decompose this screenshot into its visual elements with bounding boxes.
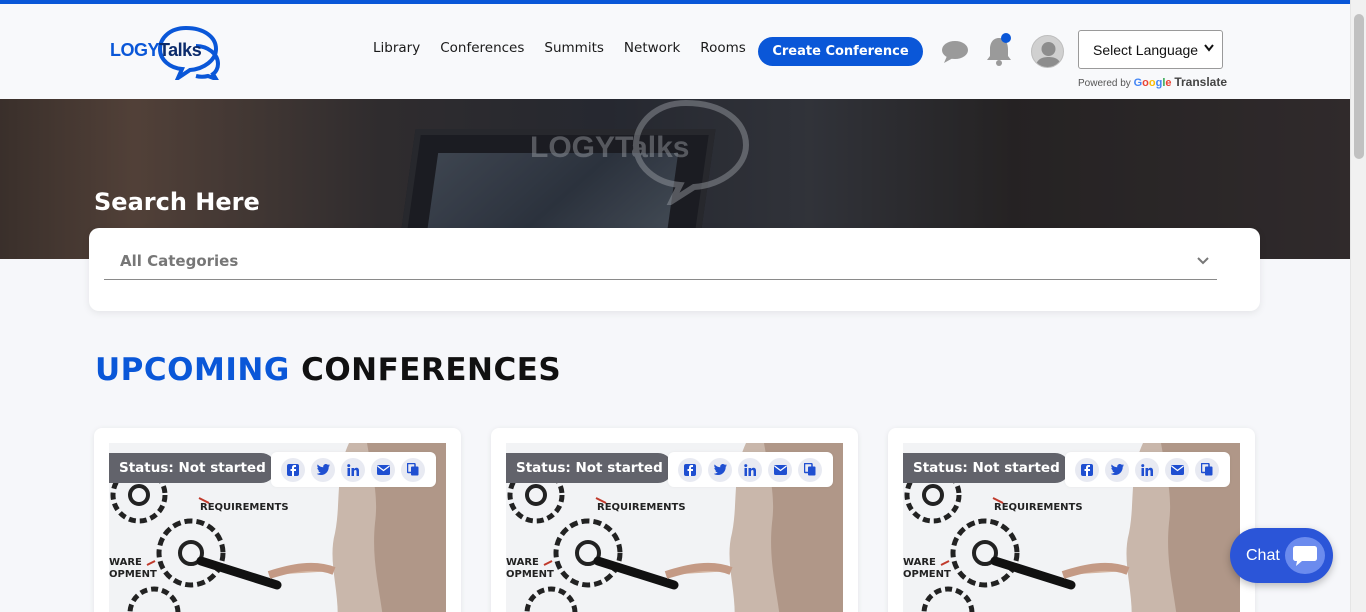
- copy-icon[interactable]: [401, 457, 425, 482]
- facebook-icon[interactable]: [678, 457, 702, 482]
- conference-card[interactable]: REQUIREMENTS WARE OPMENT Status: Not sta…: [888, 428, 1255, 612]
- twitter-icon[interactable]: [708, 457, 732, 482]
- user-avatar-icon: [1035, 42, 1062, 67]
- section-title-highlight: UPCOMING: [95, 352, 290, 388]
- translate-label: Translate: [1174, 75, 1228, 89]
- logo-text: LOGYTalks: [110, 40, 202, 60]
- svg-text:REQUIREMENTS: REQUIREMENTS: [597, 502, 686, 513]
- share-bar: [668, 452, 833, 487]
- status-badge: Status: Not started: [506, 453, 673, 483]
- logotalks-logo[interactable]: LOGYTalks: [110, 24, 225, 80]
- user-avatar[interactable]: [1031, 35, 1064, 68]
- chevron-down-icon: [1197, 257, 1209, 265]
- svg-text:WARE: WARE: [903, 557, 936, 568]
- hero-watermark-logo: LOGYTalks: [530, 99, 760, 205]
- google-logo: Google: [1133, 77, 1172, 89]
- nav-network[interactable]: Network: [624, 40, 680, 56]
- conference-card[interactable]: REQUIREMENTS WARE OPMENT Status: Not sta…: [94, 428, 461, 612]
- svg-text:OPMENT: OPMENT: [506, 569, 554, 580]
- section-title: UPCOMING CONFERENCES: [95, 352, 561, 388]
- status-badge: Status: Not started: [903, 453, 1070, 483]
- notification-badge: [1001, 33, 1011, 43]
- category-select[interactable]: All Categories: [104, 243, 1217, 280]
- svg-text:REQUIREMENTS: REQUIREMENTS: [200, 502, 289, 513]
- share-bar: [271, 452, 436, 487]
- svg-text:OPMENT: OPMENT: [903, 569, 951, 580]
- chat-bubble-icon: [1285, 537, 1325, 574]
- language-select[interactable]: Select Language: [1078, 30, 1223, 69]
- category-select-value: All Categories: [120, 252, 239, 270]
- nav-library[interactable]: Library: [373, 40, 420, 56]
- search-card: All Categories: [89, 228, 1260, 311]
- twitter-icon[interactable]: [311, 457, 335, 482]
- nav-conferences[interactable]: Conferences: [440, 40, 524, 56]
- svg-text:OPMENT: OPMENT: [109, 569, 157, 580]
- svg-text:REQUIREMENTS: REQUIREMENTS: [994, 502, 1083, 513]
- email-icon[interactable]: [1165, 457, 1189, 482]
- scrollbar-thumb[interactable]: [1354, 14, 1364, 159]
- linkedin-icon[interactable]: [1135, 457, 1159, 482]
- nav-summits[interactable]: Summits: [544, 40, 604, 56]
- status-badge: Status: Not started: [109, 453, 276, 483]
- facebook-icon[interactable]: [281, 457, 305, 482]
- chat-widget-label: Chat: [1246, 547, 1280, 564]
- email-icon[interactable]: [371, 457, 395, 482]
- twitter-icon[interactable]: [1105, 457, 1129, 482]
- messages-icon[interactable]: [941, 40, 969, 64]
- watermark-bubble-icon: [632, 99, 750, 205]
- search-title: Search Here: [94, 188, 260, 216]
- svg-text:WARE: WARE: [109, 557, 142, 568]
- conference-card[interactable]: REQUIREMENTS WARE OPMENT Status: Not sta…: [491, 428, 858, 612]
- linkedin-icon[interactable]: [738, 457, 762, 482]
- create-conference-button[interactable]: Create Conference: [758, 37, 923, 66]
- powered-by-google-translate[interactable]: Powered by Google Translate: [1078, 75, 1227, 89]
- powered-by-label: Powered by: [1078, 78, 1131, 89]
- linkedin-icon[interactable]: [341, 457, 365, 482]
- svg-text:WARE: WARE: [506, 557, 539, 568]
- page-scrollbar[interactable]: [1350, 0, 1366, 612]
- section-title-rest: CONFERENCES: [301, 352, 562, 388]
- email-icon[interactable]: [768, 457, 792, 482]
- facebook-icon[interactable]: [1075, 457, 1099, 482]
- share-bar: [1065, 452, 1230, 487]
- copy-icon[interactable]: [798, 457, 822, 482]
- main-nav: Library Conferences Summits Network Room…: [373, 40, 766, 56]
- chevron-down-icon: [1204, 44, 1214, 52]
- language-select-value: Select Language: [1093, 41, 1199, 58]
- site-header: LOGYTalks Library Conferences Summits Ne…: [0, 4, 1350, 99]
- nav-rooms[interactable]: Rooms: [700, 40, 745, 56]
- copy-icon[interactable]: [1195, 457, 1219, 482]
- chat-widget-button[interactable]: Chat: [1230, 528, 1333, 583]
